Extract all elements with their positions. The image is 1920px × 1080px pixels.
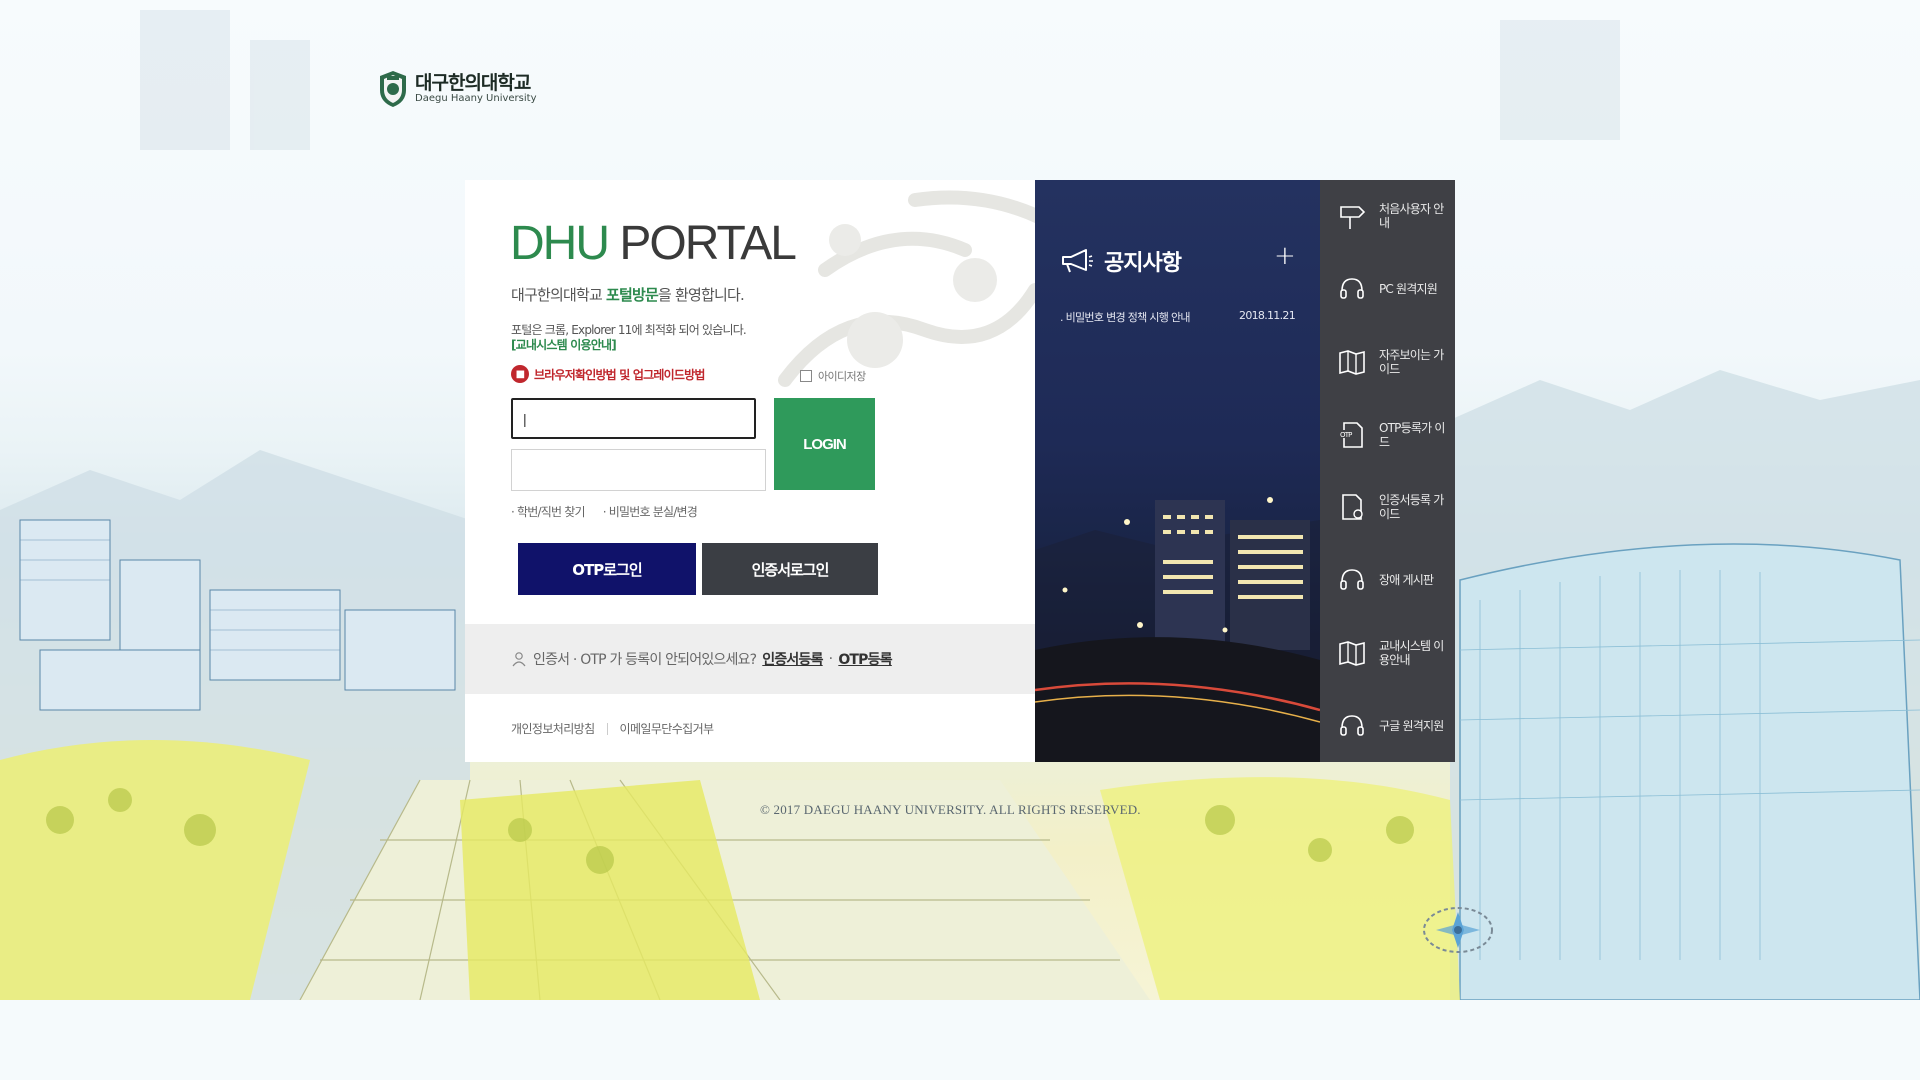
login-button[interactable]: LOGIN [774, 398, 875, 490]
book-icon [1339, 641, 1365, 666]
welcome-message: 대구한의대학교 포털방문을 환영합니다. [511, 284, 745, 305]
quick-menu-label: 구글 원격지원 [1379, 718, 1444, 733]
otp-document-icon: OTP [1339, 421, 1363, 448]
register-separator: · [828, 651, 833, 667]
quick-menu-pc-remote[interactable]: PC 원격지원 [1320, 253, 1455, 326]
quick-menu-label: 인증서등록 가이드 [1379, 493, 1444, 522]
quick-menu-label: 자주보이는 가이드 [1379, 347, 1444, 376]
browser-guide-link[interactable]: ■ 브라우저확인방법 및 업그레이드방법 [511, 365, 705, 383]
notice-item-date: 2018.11.21 [1239, 309, 1296, 322]
welcome-highlight: 포털방문 [605, 286, 659, 304]
university-emblem-icon [380, 71, 406, 107]
quick-menu-first-user[interactable]: 처음사용자 안내 [1320, 180, 1455, 253]
notice-title: 공지사항 [1104, 251, 1182, 276]
quick-menu-faq-guide[interactable]: 자주보이는 가이드 [1320, 326, 1455, 399]
svg-text:OTP: OTP [1340, 431, 1352, 439]
footer-divider [606, 722, 608, 735]
otp-login-button[interactable]: OTP로그인 [518, 543, 696, 595]
portal-title-dhu: DHU [510, 217, 610, 270]
quick-menu-cert-guide[interactable]: 인증서등록 가이드 [1320, 471, 1455, 544]
footer-links: 개인정보처리방침 이메일무단수집거부 [511, 720, 714, 737]
otp-register-link[interactable]: OTP등록 [838, 649, 892, 669]
bottom-strip [0, 1000, 1920, 1080]
megaphone-icon [1062, 249, 1093, 273]
notice-more-button[interactable]: + [1274, 241, 1296, 271]
find-password-link[interactable]: 비밀번호 분실/변경 [603, 503, 698, 520]
browser-notice-text: 포털은 크롬, Explorer 11에 최적화 되어 있습니다. [511, 323, 747, 337]
notice-header: 공지사항 [1060, 245, 1182, 277]
university-logo[interactable]: 대구한의대학교 Daegu Haany University [378, 70, 537, 108]
save-id-label: 아이디저장 [818, 370, 866, 383]
logo-name-english: Daegu Haany University [415, 93, 537, 104]
register-question: 인증서 · OTP 가 등록이 안되어있으세요? [533, 652, 757, 668]
compass-emblem-icon [1423, 907, 1493, 953]
portal-title: DHU PORTAL [510, 216, 797, 271]
system-guide-link[interactable]: [교내시스템 이용안내] [511, 338, 746, 353]
certificate-document-icon [1342, 494, 1363, 521]
password-input[interactable] [511, 449, 766, 491]
headset-icon [1340, 569, 1364, 590]
lock-icon: ■ [511, 365, 529, 383]
user-id-input[interactable] [511, 398, 756, 439]
quick-menu-google-remote[interactable]: 구글 원격지원 [1320, 689, 1455, 762]
headset-icon [1340, 714, 1364, 736]
notice-panel: 공지사항 + 비밀번호 변경 정책 시행 안내 2018.11.21 [1035, 180, 1320, 762]
notice-item-title: 비밀번호 변경 정책 시행 안내 [1060, 309, 1191, 325]
find-links: 학번/직번 찾기 비밀번호 분실/변경 [511, 503, 698, 520]
person-icon [512, 652, 526, 667]
campus-night-photo [1035, 497, 1320, 762]
quick-menu-label: 교내시스템 이용안내 [1379, 638, 1444, 667]
checkbox-box[interactable] [800, 370, 812, 382]
certificate-login-button[interactable]: 인증서로그인 [702, 543, 878, 595]
login-panel: DHU PORTAL 대구한의대학교 포털방문을 환영합니다. 포털은 크롬, … [465, 180, 1035, 762]
save-id-checkbox[interactable]: 아이디저장 [800, 368, 866, 384]
quick-menu: 처음사용자 안내 PC 원격지원 자주보이는 가이드 OTP OTP등록가 이드… [1320, 180, 1455, 762]
welcome-suffix: 을 환영합니다. [658, 286, 745, 304]
browser-notice: 포털은 크롬, Explorer 11에 최적화 되어 있습니다. [교내시스템… [511, 323, 747, 353]
login-card: DHU PORTAL 대구한의대학교 포털방문을 환영합니다. 포털은 크롬, … [465, 180, 1455, 762]
browser-guide-label: 브라우저확인방법 및 업그레이드방법 [534, 367, 705, 382]
privacy-policy-link[interactable]: 개인정보처리방침 [511, 720, 595, 737]
book-icon [1339, 350, 1365, 375]
notice-list-item[interactable]: 비밀번호 변경 정책 시행 안내 2018.11.21 [1060, 309, 1296, 325]
quick-menu-error-board[interactable]: 장애 게시판 [1320, 544, 1455, 617]
quick-menu-system-guide[interactable]: 교내시스템 이용안내 [1320, 617, 1455, 690]
register-bar: 인증서 · OTP 가 등록이 안되어있으세요? 인증서등록 · OTP등록 [465, 624, 1035, 694]
quick-menu-label: PC 원격지원 [1379, 282, 1438, 297]
logo-name-korean: 대구한의대학교 [415, 72, 531, 94]
find-id-link[interactable]: 학번/직번 찾기 [511, 503, 586, 520]
email-refusal-link[interactable]: 이메일무단수집거부 [620, 720, 715, 737]
quick-menu-label: 장애 게시판 [1379, 573, 1434, 588]
quick-menu-otp-guide[interactable]: OTP OTP등록가 이드 [1320, 398, 1455, 471]
signpost-icon [1340, 206, 1366, 230]
copyright-text: © 2017 DAEGU HAANY UNIVERSITY. ALL RIGHT… [760, 802, 1141, 817]
welcome-prefix: 대구한의대학교 [511, 286, 606, 304]
headset-icon [1340, 278, 1364, 299]
portal-title-portal: PORTAL [619, 217, 797, 270]
certificate-register-link[interactable]: 인증서등록 [762, 649, 823, 669]
quick-menu-label: OTP등록가 이드 [1379, 420, 1445, 449]
quick-menu-label: 처음사용자 안내 [1379, 202, 1444, 231]
